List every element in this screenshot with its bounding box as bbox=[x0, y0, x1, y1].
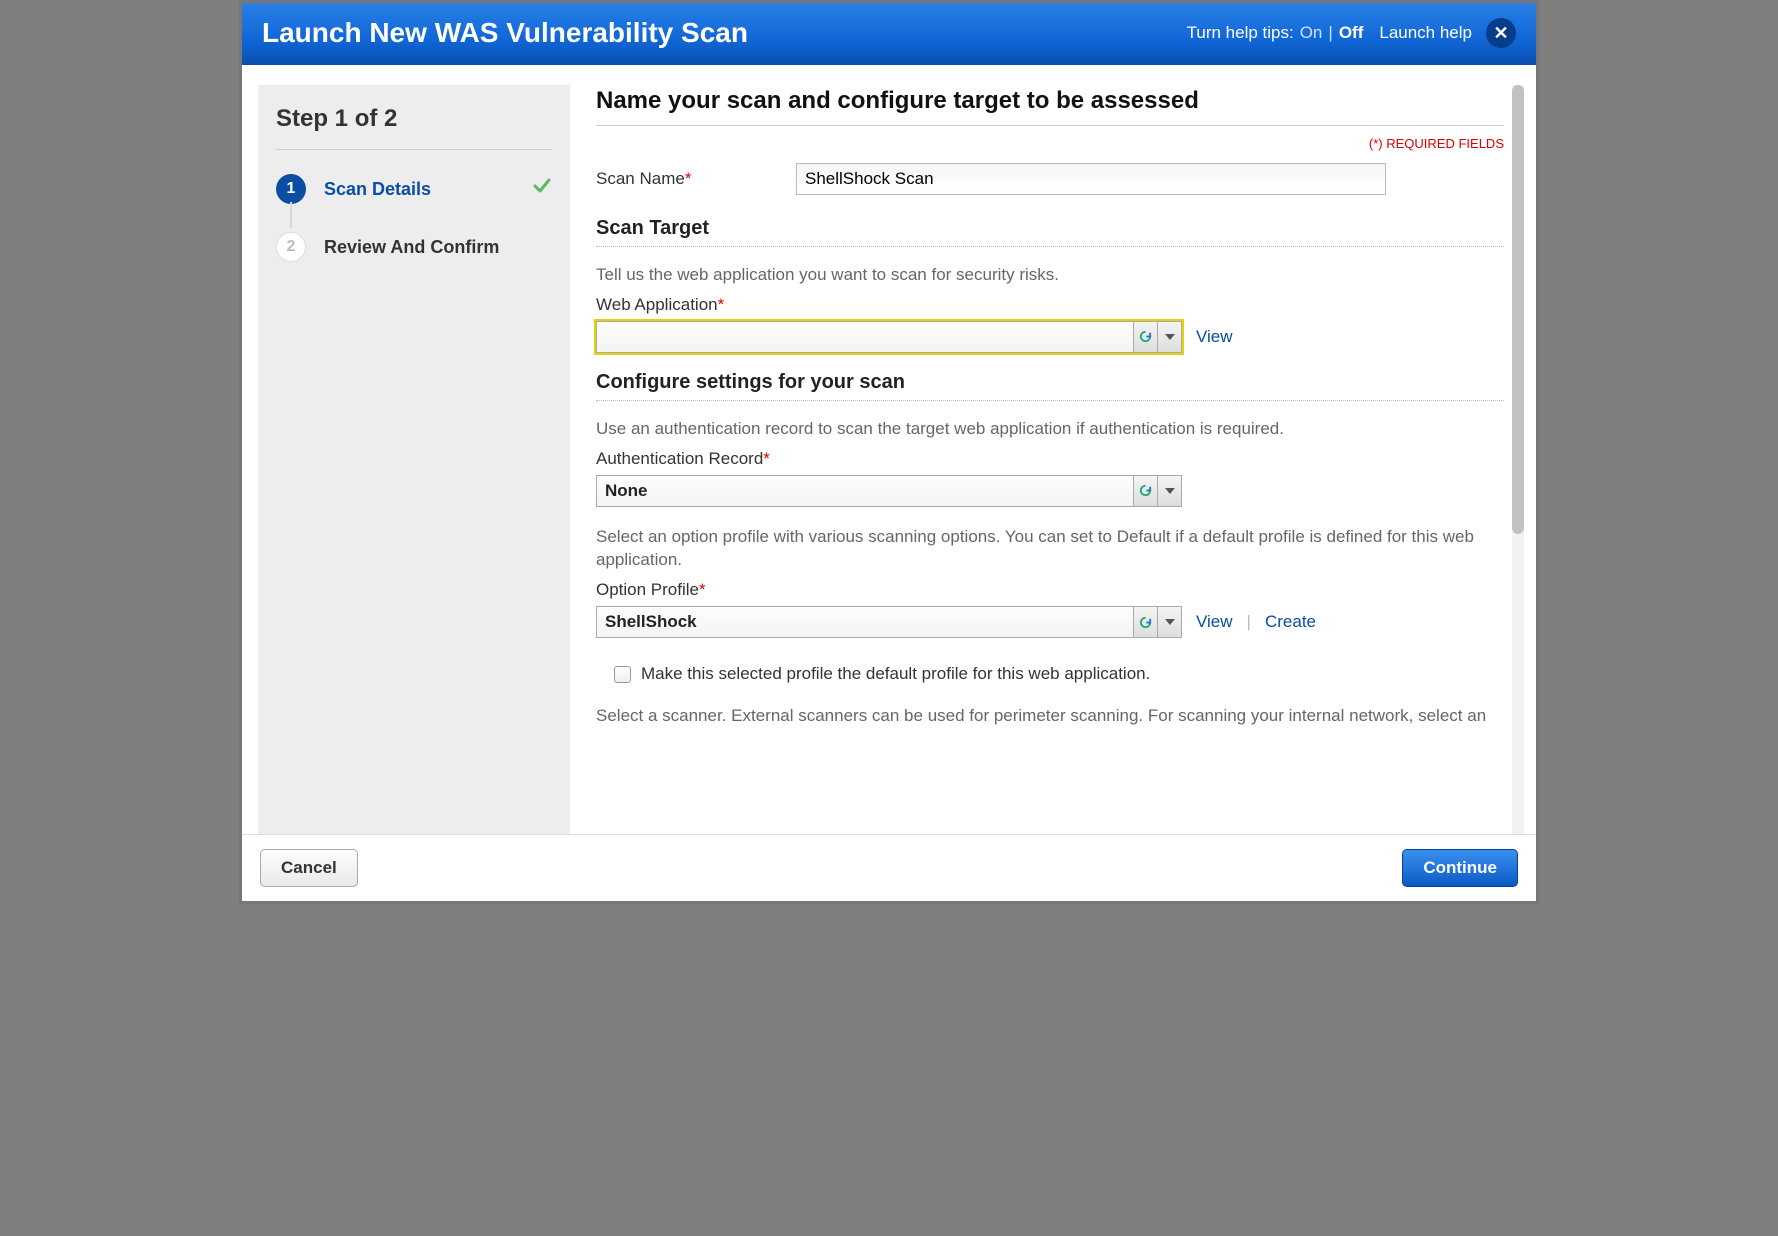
dropdown-button[interactable] bbox=[1157, 476, 1181, 506]
auth-record-label: Authentication Record* bbox=[596, 449, 1520, 475]
auth-record-description: Use an authentication record to scan the… bbox=[596, 401, 1520, 449]
dropdown-button[interactable] bbox=[1157, 322, 1181, 352]
launch-help-link[interactable]: Launch help bbox=[1379, 23, 1472, 43]
help-tips-off[interactable]: Off bbox=[1339, 23, 1364, 43]
help-tips-toggle: Turn help tips: On | Off bbox=[1187, 23, 1364, 43]
chevron-down-icon bbox=[1165, 617, 1175, 627]
web-application-label: Web Application* bbox=[596, 295, 1520, 321]
continue-button[interactable]: Continue bbox=[1402, 849, 1518, 887]
wizard-step-scan-details[interactable]: 1 Scan Details bbox=[276, 168, 552, 226]
link-separator: | bbox=[1247, 612, 1251, 632]
refresh-icon bbox=[1138, 615, 1153, 630]
web-application-view-link[interactable]: View bbox=[1196, 327, 1233, 347]
step-number-badge: 1 bbox=[276, 174, 306, 204]
auth-record-row: None bbox=[596, 475, 1520, 525]
option-profile-description: Select an option profile with various sc… bbox=[596, 525, 1520, 581]
step-indicator-title: Step 1 of 2 bbox=[276, 105, 552, 150]
refresh-icon bbox=[1138, 483, 1153, 498]
default-profile-checkbox[interactable] bbox=[614, 666, 631, 683]
step-label: Scan Details bbox=[324, 179, 532, 200]
refresh-icon bbox=[1138, 329, 1153, 344]
dropdown-button[interactable] bbox=[1157, 607, 1181, 637]
wizard-step-review-confirm[interactable]: 2 Review And Confirm bbox=[276, 226, 552, 284]
main-panel: Name your scan and configure target to b… bbox=[570, 85, 1524, 834]
configure-settings-heading: Configure settings for your scan bbox=[596, 371, 1504, 401]
option-profile-value[interactable]: ShellShock bbox=[597, 607, 1133, 637]
option-profile-create-link[interactable]: Create bbox=[1265, 612, 1316, 632]
step-label: Review And Confirm bbox=[324, 237, 552, 258]
auth-record-value[interactable]: None bbox=[597, 476, 1133, 506]
scan-target-description: Tell us the web application you want to … bbox=[596, 247, 1520, 295]
step-connector bbox=[290, 202, 292, 228]
help-tips-separator: | bbox=[1328, 23, 1332, 43]
dialog-window: Launch New WAS Vulnerability Scan Turn h… bbox=[239, 0, 1539, 904]
refresh-button[interactable] bbox=[1133, 476, 1157, 506]
label-text: Option Profile bbox=[596, 580, 699, 599]
option-profile-view-link[interactable]: View bbox=[1196, 612, 1233, 632]
scan-name-label: Scan Name* bbox=[596, 169, 796, 189]
label-text: Web Application bbox=[596, 295, 718, 314]
web-application-row: View bbox=[596, 321, 1520, 371]
option-profile-label: Option Profile* bbox=[596, 580, 1520, 606]
cancel-button[interactable]: Cancel bbox=[260, 849, 358, 887]
step-number-badge: 2 bbox=[276, 232, 306, 262]
required-star: * bbox=[699, 580, 706, 599]
wizard-sidebar: Step 1 of 2 1 Scan Details 2 Review And … bbox=[258, 85, 570, 834]
dialog-body: Step 1 of 2 1 Scan Details 2 Review And … bbox=[242, 65, 1536, 834]
scan-target-heading: Scan Target bbox=[596, 217, 1504, 247]
dialog-footer: Cancel Continue bbox=[242, 834, 1536, 901]
web-application-combo[interactable] bbox=[596, 321, 1182, 353]
default-profile-checkbox-row: Make this selected profile the default p… bbox=[596, 656, 1520, 704]
checkmark-icon bbox=[532, 176, 552, 202]
default-profile-checkbox-label: Make this selected profile the default p… bbox=[641, 664, 1150, 684]
refresh-button[interactable] bbox=[1133, 322, 1157, 352]
chevron-down-icon bbox=[1165, 486, 1175, 496]
option-profile-combo[interactable]: ShellShock bbox=[596, 606, 1182, 638]
label-text: Scan Name bbox=[596, 169, 685, 188]
scan-name-row: Scan Name* bbox=[596, 153, 1520, 217]
close-button[interactable]: ✕ bbox=[1486, 18, 1516, 48]
refresh-button[interactable] bbox=[1133, 607, 1157, 637]
page-heading: Name your scan and configure target to b… bbox=[596, 87, 1504, 126]
required-star: * bbox=[685, 169, 692, 188]
auth-record-combo[interactable]: None bbox=[596, 475, 1182, 507]
help-tips-label: Turn help tips: bbox=[1187, 23, 1294, 43]
option-profile-row: ShellShock View | Create bbox=[596, 606, 1520, 656]
web-application-value[interactable] bbox=[597, 322, 1133, 352]
scan-name-input[interactable] bbox=[796, 163, 1386, 195]
scanner-description: Select a scanner. External scanners can … bbox=[596, 704, 1520, 736]
help-tips-on[interactable]: On bbox=[1300, 23, 1323, 43]
scrollbar-track[interactable] bbox=[1512, 85, 1524, 834]
label-text: Authentication Record bbox=[596, 449, 763, 468]
wizard-steps: 1 Scan Details 2 Review And Confirm bbox=[276, 150, 552, 284]
chevron-down-icon bbox=[1165, 332, 1175, 342]
scrollbar-thumb[interactable] bbox=[1512, 85, 1524, 534]
close-icon: ✕ bbox=[1493, 23, 1508, 44]
required-star: * bbox=[763, 449, 770, 468]
required-star: * bbox=[718, 295, 725, 314]
dialog-title: Launch New WAS Vulnerability Scan bbox=[262, 17, 1187, 49]
dialog-header: Launch New WAS Vulnerability Scan Turn h… bbox=[242, 3, 1536, 65]
required-fields-note: (*) REQUIRED FIELDS bbox=[596, 126, 1520, 153]
